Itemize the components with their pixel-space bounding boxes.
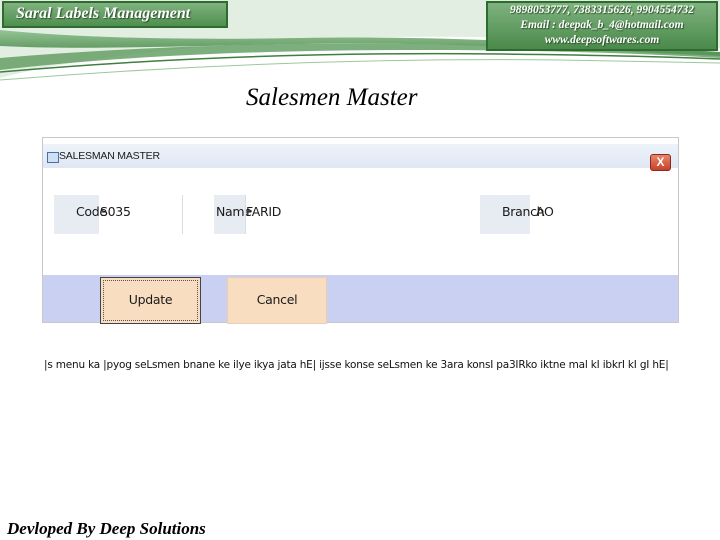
update-label: Update (128, 292, 173, 307)
window-title: SALESMAN MASTER (59, 150, 160, 162)
branch-field[interactable]: AO (536, 204, 554, 219)
app-icon (47, 152, 59, 163)
page-title: Salesmen Master (246, 84, 418, 111)
update-button[interactable]: Update (100, 277, 201, 324)
code-field[interactable]: S035 (100, 204, 131, 219)
footer-credit: Devloped By Deep Solutions (7, 519, 206, 538)
fields-row: Code S035 Name FARID Branch AO (54, 195, 636, 234)
cancel-button[interactable]: Cancel (227, 277, 327, 324)
divider (182, 195, 183, 234)
contact-email: Email : deepak_b_4@hotmail.com (520, 19, 684, 31)
close-button[interactable]: X (650, 154, 671, 171)
salesman-master-window: SALESMAN MASTER X Code S035 Name FARID B… (42, 137, 679, 324)
window-titlebar[interactable]: SALESMAN MASTER X (43, 144, 678, 171)
name-field[interactable]: FARID (246, 204, 281, 219)
description-text: |s menu ka |pyog seLsmen bnane ke ilye i… (44, 359, 669, 371)
divider (245, 195, 246, 234)
brand-name: Saral Labels Management (16, 5, 191, 22)
contact-phones: 9898053777, 7383315626, 9904554732 (510, 4, 694, 16)
cancel-label: Cancel (256, 292, 298, 307)
contact-website: www.deepsoftwares.com (544, 34, 660, 46)
